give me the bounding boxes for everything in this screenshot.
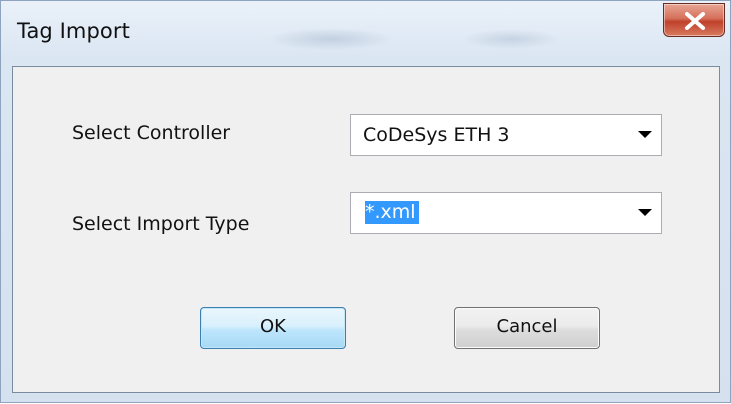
import-type-select[interactable]: *.xml	[350, 192, 662, 234]
title-bar[interactable]: Tag Import	[1, 1, 730, 65]
chevron-down-icon[interactable]	[638, 131, 652, 138]
window-title: Tag Import	[17, 19, 130, 43]
close-button[interactable]	[663, 3, 725, 37]
tag-import-dialog: Tag Import Select Controller CoDeSys ETH…	[0, 0, 731, 404]
dialog-body: Select Controller CoDeSys ETH 3 Select I…	[12, 66, 720, 393]
controller-select-value: CoDeSys ETH 3	[363, 124, 510, 146]
cancel-button[interactable]: Cancel	[454, 307, 600, 349]
close-icon	[685, 12, 705, 30]
chevron-down-icon[interactable]	[638, 209, 652, 216]
import-type-select-value: *.xml	[365, 201, 419, 224]
select-import-type-label: Select Import Type	[72, 213, 250, 235]
ok-button[interactable]: OK	[200, 307, 346, 349]
controller-select[interactable]: CoDeSys ETH 3	[350, 114, 662, 156]
select-controller-label: Select Controller	[72, 122, 231, 144]
